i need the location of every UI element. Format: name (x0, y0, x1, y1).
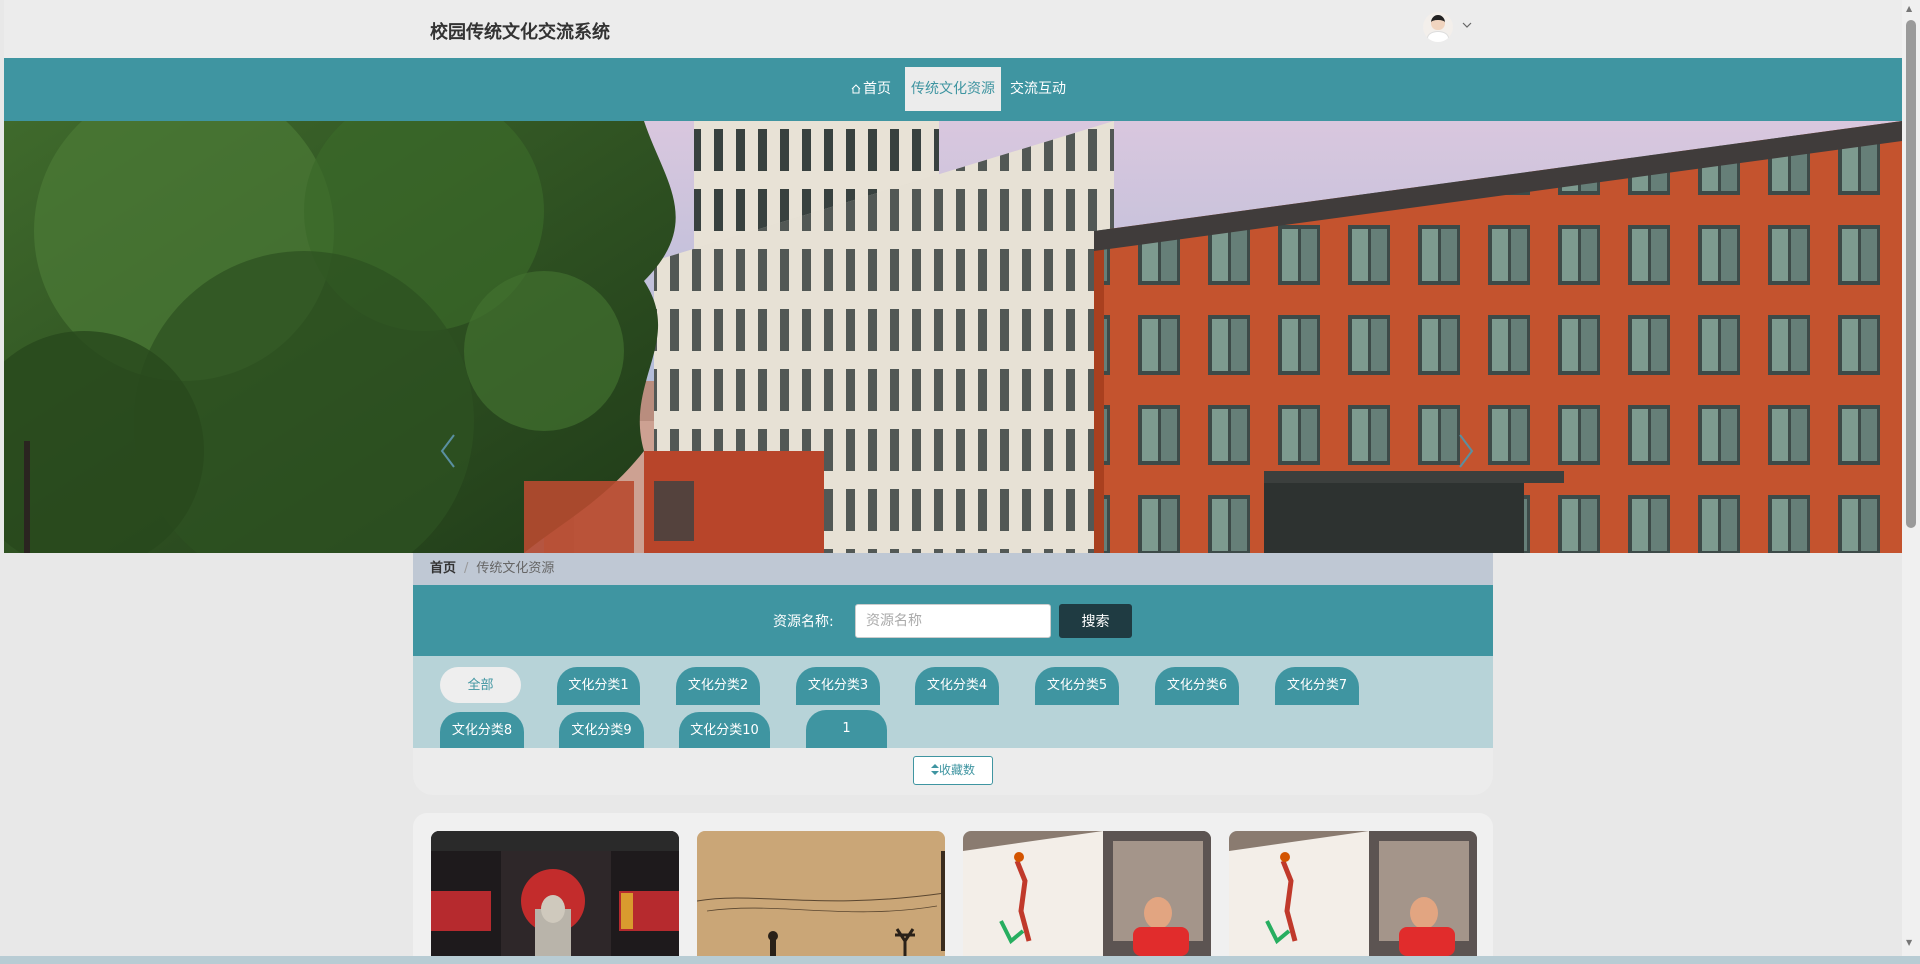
banner-image (4, 121, 1902, 553)
search-label: 资源名称: (773, 614, 834, 630)
scroll-up-icon[interactable]: ▲ (1906, 4, 1912, 13)
chevron-right-icon[interactable] (1456, 431, 1476, 471)
page-scrollbar[interactable]: ▲ ▼ (1902, 0, 1920, 964)
site-title: 校园传统文化交流系统 (430, 22, 610, 43)
resource-image (1229, 831, 1477, 956)
nav-item-resources[interactable]: 传统文化资源 (905, 67, 1001, 111)
scroll-thumb[interactable] (1906, 20, 1916, 528)
breadcrumb-separator: / (464, 561, 469, 576)
search-input[interactable] (855, 604, 1051, 638)
category-item[interactable]: 文化分类6 (1155, 667, 1239, 705)
chevron-down-icon[interactable] (1462, 18, 1472, 32)
category-filter: 全部 文化分类1 文化分类2 文化分类3 文化分类4 文化分类5 文化分类6 文… (413, 656, 1493, 750)
resource-card[interactable] (697, 831, 945, 956)
resource-card[interactable] (431, 831, 679, 956)
resource-list (413, 813, 1493, 964)
main-nav: 首页 传统文化资源 交流互动 (4, 58, 1904, 121)
sort-bar: 收藏数 (413, 748, 1493, 795)
search-button[interactable]: 搜索 (1059, 604, 1132, 638)
search-bar: 资源名称: 搜索 (413, 585, 1493, 656)
category-item[interactable]: 文化分类4 (915, 667, 999, 705)
breadcrumb-home[interactable]: 首页 (430, 561, 456, 576)
top-header: 校园传统文化交流系统 (4, 0, 1904, 58)
home-icon (851, 84, 861, 94)
avatar-head (1431, 15, 1445, 30)
user-avatar[interactable] (1423, 12, 1453, 42)
bottom-strip (0, 956, 1920, 964)
resource-image (431, 831, 679, 956)
breadcrumb-current: 传统文化资源 (476, 561, 555, 576)
category-item[interactable]: 文化分类1 (557, 667, 640, 705)
resource-card[interactable] (1229, 831, 1477, 956)
breadcrumb: 首页 / 传统文化资源 (413, 553, 1493, 585)
category-item[interactable]: 文化分类2 (676, 667, 760, 705)
sort-icon (930, 764, 939, 775)
nav-label-home: 首页 (863, 81, 891, 97)
category-item[interactable]: 文化分类3 (796, 667, 880, 705)
category-item[interactable]: 文化分类9 (559, 712, 644, 750)
category-item[interactable]: 文化分类8 (440, 712, 524, 750)
resource-image (697, 831, 945, 956)
resource-card[interactable] (963, 831, 1211, 956)
category-item[interactable]: 文化分类5 (1035, 667, 1119, 705)
avatar-body (1427, 31, 1449, 42)
category-item[interactable]: 1 (806, 710, 887, 748)
nav-item-home[interactable]: 首页 (847, 67, 895, 111)
sort-by-favorites-button[interactable]: 收藏数 (913, 756, 993, 785)
scroll-down-icon[interactable]: ▼ (1906, 938, 1912, 947)
category-item[interactable]: 文化分类10 (679, 712, 770, 750)
category-all[interactable]: 全部 (440, 667, 521, 703)
sort-label: 收藏数 (938, 763, 975, 777)
category-item[interactable]: 文化分类7 (1275, 667, 1359, 705)
resource-image (963, 831, 1211, 956)
chevron-left-icon[interactable] (438, 431, 458, 471)
banner-carousel[interactable] (4, 121, 1902, 553)
nav-item-interaction[interactable]: 交流互动 (1006, 67, 1070, 111)
